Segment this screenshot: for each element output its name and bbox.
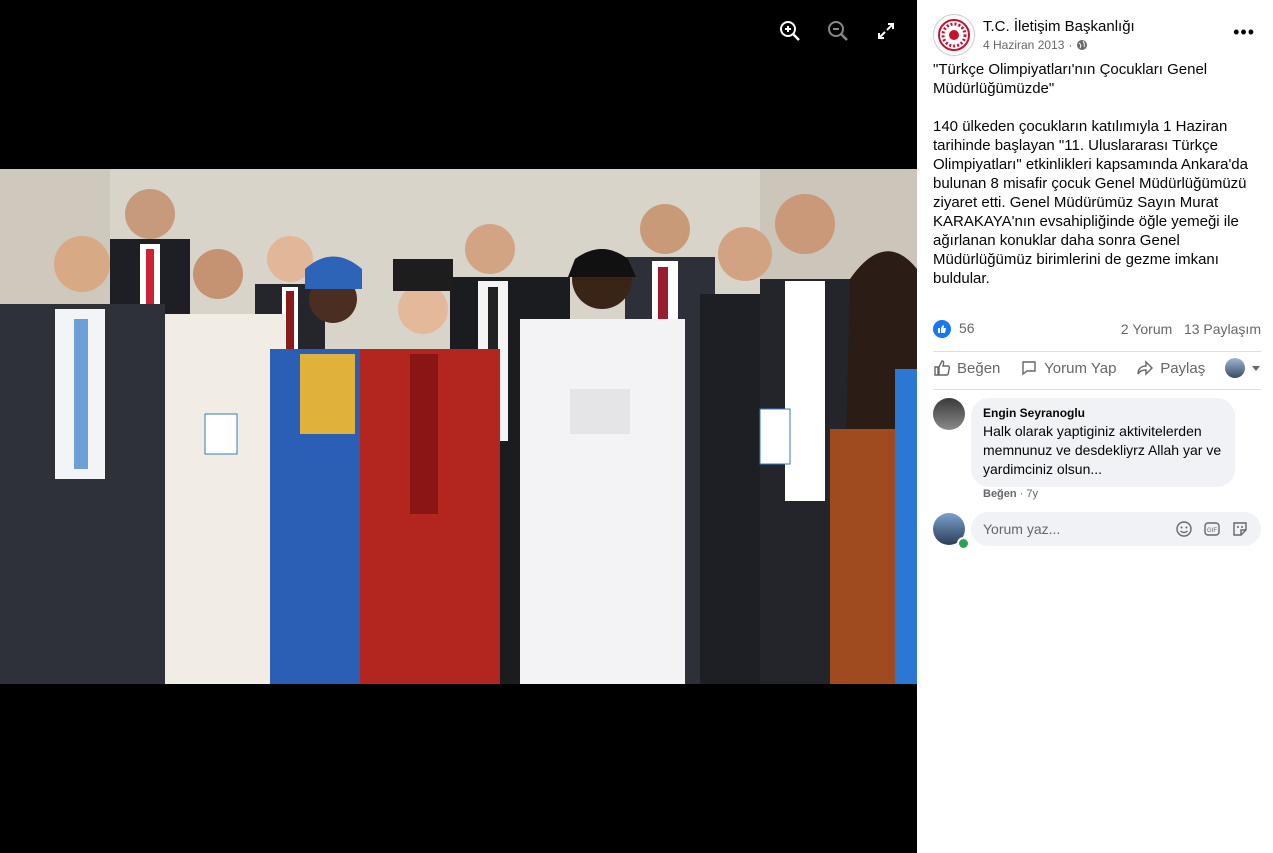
reaction-summary[interactable]: 56 <box>933 320 975 339</box>
post-header: T.C. İletişim Başkanlığı 4 Haziran 2013 … <box>933 14 1135 56</box>
author-name[interactable]: T.C. İletişim Başkanlığı <box>983 18 1135 35</box>
reaction-count: 56 <box>959 320 975 336</box>
shares-count[interactable]: 13 Paylaşım <box>1184 321 1261 337</box>
caret-down-icon <box>1251 366 1260 371</box>
comment-bubble: Engin Seyranoglu Halk olarak yaptiginiz … <box>971 398 1235 487</box>
viewer-toolbar <box>777 18 899 44</box>
comments-count[interactable]: 2 Yorum <box>1121 321 1172 337</box>
thumbs-up-icon <box>934 360 951 376</box>
photo-viewer <box>0 0 917 853</box>
like-reaction-icon <box>933 320 951 339</box>
post-date[interactable]: 4 Haziran 2013 <box>983 38 1064 52</box>
commenter-avatar[interactable] <box>933 398 965 430</box>
separator: · <box>1068 38 1073 52</box>
comment: Engin Seyranoglu Halk olarak yaptiginiz … <box>933 398 1235 487</box>
comment-label: Yorum Yap <box>1044 359 1117 377</box>
comment-like-button[interactable]: Beğen <box>983 488 1017 500</box>
divider <box>933 351 1261 352</box>
divider <box>933 389 1261 390</box>
reactions-bar: 56 2 Yorum 13 Paylaşım <box>933 320 1261 339</box>
page-avatar[interactable] <box>933 14 975 56</box>
like-button[interactable]: Beğen <box>933 359 1000 377</box>
online-status-dot <box>957 537 970 550</box>
share-icon <box>1137 360 1154 376</box>
sticker-icon[interactable] <box>1231 520 1249 538</box>
like-label: Beğen <box>957 359 1001 377</box>
post-meta: 4 Haziran 2013 · <box>983 38 1135 52</box>
audience-selector[interactable] <box>1224 358 1261 378</box>
comment-input[interactable]: Yorum yaz... GIF <box>971 512 1261 546</box>
globe-icon <box>1077 40 1088 50</box>
zoom-in-icon[interactable] <box>777 18 803 44</box>
comment-meta: Beğen · 7y <box>983 488 1038 500</box>
emoji-icon[interactable] <box>1175 520 1193 538</box>
comment-time[interactable]: 7y <box>1026 488 1038 500</box>
share-button[interactable]: Paylaş <box>1136 359 1205 377</box>
comment-input-tools: GIF <box>1175 520 1249 538</box>
emblem-icon <box>938 19 970 51</box>
action-bar: Beğen Yorum Yap Paylaş <box>933 358 1261 378</box>
comment-icon <box>1022 361 1036 376</box>
commenter-name[interactable]: Engin Seyranoglu <box>983 406 1223 420</box>
fullscreen-icon[interactable] <box>873 18 899 44</box>
post-text: "Türkçe Olimpiyatları'nın Çocukları Gene… <box>933 61 1248 287</box>
current-user-avatar[interactable] <box>933 513 970 550</box>
user-avatar <box>1224 358 1245 378</box>
share-label: Paylaş <box>1160 359 1206 377</box>
comment-text: Halk olarak yaptiginiz aktivitelerden me… <box>983 423 1222 477</box>
comment-placeholder: Yorum yaz... <box>983 521 1061 537</box>
post-panel: T.C. İletişim Başkanlığı 4 Haziran 2013 … <box>917 0 1273 853</box>
write-comment: Yorum yaz... GIF <box>933 512 1261 550</box>
post-photo[interactable] <box>0 169 917 684</box>
gif-icon[interactable]: GIF <box>1203 520 1221 538</box>
svg-text:GIF: GIF <box>1207 528 1217 534</box>
zoom-out-icon[interactable] <box>825 18 851 44</box>
more-options-icon[interactable]: ••• <box>1233 22 1255 43</box>
comment-button[interactable]: Yorum Yap <box>1020 359 1116 377</box>
